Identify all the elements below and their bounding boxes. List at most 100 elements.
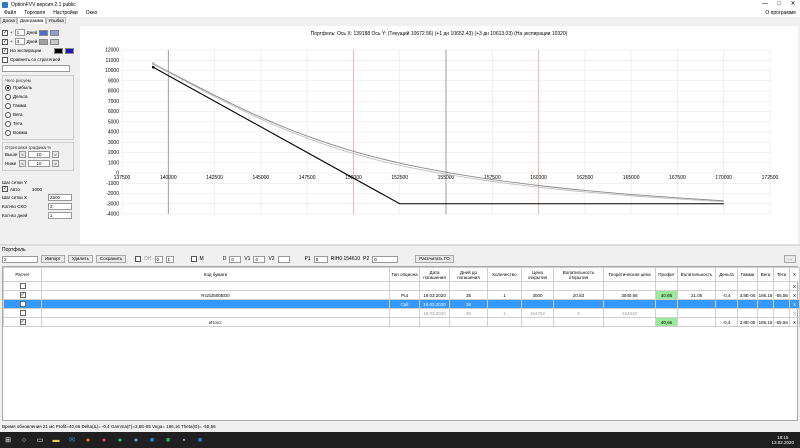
table-row[interactable]: ✓ Итого: 40,66 -0,4 3.8E-05 186,16 -55,56 X: [3, 317, 800, 327]
tab-diagram[interactable]: Диаграмма: [17, 17, 46, 24]
col-type[interactable]: Тип опциона: [389, 267, 420, 282]
firefox-icon[interactable]: ●: [82, 435, 94, 445]
radio-vega[interactable]: [5, 111, 11, 118]
mail-icon[interactable]: ✉: [66, 435, 78, 445]
row2-checkbox[interactable]: ✓: [2, 38, 8, 45]
word-icon[interactable]: ■: [146, 435, 158, 445]
radio-delta[interactable]: [5, 93, 11, 100]
row-checkbox[interactable]: ✓: [19, 292, 26, 298]
row-checkbox[interactable]: [19, 282, 26, 289]
p1-input[interactable]: 0: [313, 255, 328, 263]
cell-x[interactable]: X: [789, 281, 800, 291]
minimize-button[interactable]: —: [758, 0, 772, 9]
days-input[interactable]: 1: [48, 212, 72, 219]
table-row[interactable]: Call 19.03.2020 35 X: [3, 299, 800, 309]
row-checkbox[interactable]: [19, 309, 26, 316]
col-vol-open[interactable]: Волатильность открытия: [553, 267, 604, 282]
col-theta[interactable]: Тета: [773, 267, 790, 282]
row2-color-b[interactable]: [50, 38, 60, 45]
col-profit[interactable]: Профит: [655, 267, 678, 282]
below-increase-button[interactable]: >: [52, 160, 59, 167]
app-taskbar-icon[interactable]: ■: [194, 435, 206, 445]
dh-input[interactable]: 0: [154, 255, 163, 263]
cell-check[interactable]: [3, 299, 42, 309]
radio-profit[interactable]: [5, 84, 11, 91]
row1-color-a[interactable]: [39, 29, 49, 36]
step-x-input[interactable]: 2500: [48, 194, 72, 201]
col-date[interactable]: Дата погашения: [419, 267, 450, 282]
search-icon[interactable]: ○: [18, 435, 30, 445]
cell-x[interactable]: X: [789, 290, 800, 300]
expiration-color-b[interactable]: [65, 47, 74, 54]
cell-check[interactable]: ✓: [3, 317, 42, 327]
col-gamma[interactable]: Гамма: [737, 267, 758, 282]
col-qty[interactable]: Количество: [487, 267, 522, 282]
close-button[interactable]: ✕: [786, 0, 800, 9]
menu-trading[interactable]: Торговля: [20, 10, 49, 16]
above-decrease-button[interactable]: <: [19, 151, 26, 158]
menu-about[interactable]: О программе: [761, 10, 800, 16]
table-row[interactable]: 19.03.2020 35 1 154762 0 154610 X: [3, 308, 800, 318]
menu-file[interactable]: Файл: [0, 10, 20, 16]
col-x[interactable]: X: [789, 267, 800, 282]
col-days[interactable]: Дней до погашения: [449, 267, 488, 282]
row1-color-b[interactable]: [50, 29, 60, 36]
terminal-icon[interactable]: ■: [162, 435, 174, 445]
dh-input-2[interactable]: 1: [165, 255, 174, 263]
cell-check[interactable]: [3, 281, 42, 291]
menu-settings[interactable]: Настройки: [49, 10, 82, 16]
windows-start-icon[interactable]: ⊞: [2, 435, 14, 445]
table-row[interactable]: ✓ RI152500BO0 Put 19.03.2020 35 1 3000 20.83 304…: [3, 290, 800, 300]
col-calc[interactable]: Расчет: [3, 267, 42, 282]
tab-board[interactable]: Доска: [0, 17, 18, 24]
cell-x[interactable]: X: [789, 299, 800, 309]
radio-vomma[interactable]: [5, 129, 11, 136]
auto-checkbox[interactable]: ✓: [2, 186, 8, 192]
p2-input[interactable]: 0: [372, 255, 399, 263]
qs-icon[interactable]: ▪: [178, 435, 190, 445]
calc-margin-button[interactable]: Рассчитать ГО: [415, 255, 454, 263]
whatsapp-icon[interactable]: ●: [114, 435, 126, 445]
above-input[interactable]: 10: [28, 151, 50, 158]
above-increase-button[interactable]: >: [52, 151, 59, 158]
row-checkbox[interactable]: ✓: [19, 319, 26, 325]
dh-checkbox[interactable]: [135, 256, 142, 262]
row-checkbox[interactable]: [19, 300, 26, 307]
import-button[interactable]: Импорт: [41, 255, 65, 263]
profit-chart[interactable]: -4000-3000-2000-100001000200030004000500…: [80, 26, 798, 244]
file-explorer-icon[interactable]: ▬: [50, 435, 62, 445]
strategy-select[interactable]: [2, 65, 70, 72]
compare-checkbox[interactable]: [2, 56, 8, 63]
portfolio-select[interactable]: 2: [2, 255, 38, 263]
cell-check[interactable]: [3, 308, 42, 318]
v1-input[interactable]: 0: [253, 255, 266, 263]
table-row[interactable]: X: [3, 281, 800, 291]
expiration-color-a[interactable]: [54, 47, 63, 54]
menu-window[interactable]: Окно: [82, 10, 102, 16]
cell-x[interactable]: X: [789, 308, 800, 318]
col-theo[interactable]: Теоретическая цена: [603, 267, 656, 282]
row1-checkbox[interactable]: ✓: [2, 29, 8, 36]
delete-button[interactable]: Удалить: [67, 255, 93, 263]
cell-check[interactable]: ✓: [3, 290, 42, 300]
row2-color-a[interactable]: [39, 38, 49, 45]
d-input[interactable]: 0: [229, 255, 242, 263]
v2-input[interactable]: [277, 255, 290, 263]
row2-days-input[interactable]: 3: [14, 38, 25, 45]
radio-theta[interactable]: [5, 120, 11, 127]
expiration-checkbox[interactable]: ✓: [2, 47, 8, 54]
maximize-button[interactable]: □: [772, 0, 786, 9]
clock[interactable]: 18:15 13.02.2020: [771, 435, 800, 445]
below-input[interactable]: 10: [28, 160, 50, 167]
row1-days-input[interactable]: 1: [14, 29, 25, 36]
col-price[interactable]: Цена открытия: [521, 267, 554, 282]
more-button[interactable]: ...: [784, 255, 796, 263]
telegram-icon[interactable]: ●: [130, 435, 142, 445]
col-delta[interactable]: Дельта: [715, 267, 738, 282]
radio-gamma[interactable]: [5, 102, 11, 109]
col-code[interactable]: Код бумаги: [41, 267, 390, 282]
below-decrease-button[interactable]: <: [19, 160, 26, 167]
save-button[interactable]: Сохранить: [95, 255, 127, 263]
yandex-browser-icon[interactable]: ●: [98, 435, 110, 445]
tab-smile[interactable]: Улыбка: [45, 17, 67, 24]
